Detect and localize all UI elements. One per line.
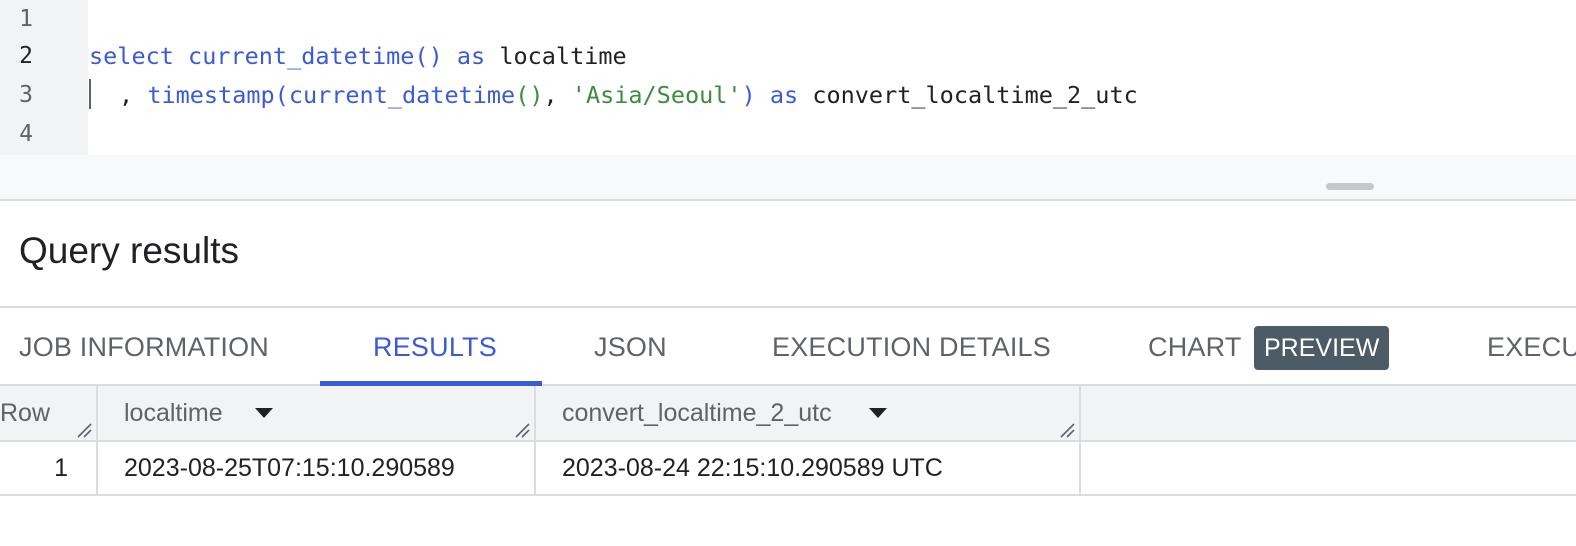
line-number: 3	[19, 82, 33, 108]
column-header-label: convert_localtime_2_utc	[562, 399, 832, 427]
indent-guide	[89, 79, 119, 109]
tab-json[interactable]: JSON	[594, 308, 667, 386]
header-cell-localtime[interactable]: localtime	[98, 386, 536, 440]
code-text[interactable]: select current_datetime() as localtime	[89, 37, 627, 76]
drag-handle-icon[interactable]	[1326, 183, 1374, 190]
tab-chart[interactable]: CHART	[1148, 308, 1242, 386]
column-header-label: Row	[0, 399, 51, 427]
keyword-select: select	[89, 42, 174, 70]
chevron-down-icon[interactable]	[255, 408, 273, 418]
line-number: 2	[19, 43, 33, 69]
sql-editor[interactable]: 1 2 select current_datetime() as localti…	[0, 0, 1576, 155]
cell-row-number: 1	[0, 442, 98, 494]
alias-localtime: localtime	[499, 42, 627, 70]
alias-convert-localtime-2-utc: convert_localtime_2_utc	[812, 81, 1138, 109]
tab-execution-graph[interactable]: EXECU	[1487, 308, 1576, 386]
pane-splitter[interactable]	[0, 155, 1576, 201]
keyword-as: as	[769, 81, 799, 109]
page-title: Query results	[19, 230, 240, 271]
table-header-row: Row localtime convert_localtime_2_utc	[0, 386, 1576, 442]
column-header-label: localtime	[124, 399, 223, 427]
line-number: 1	[19, 6, 33, 32]
column-resize-icon[interactable]	[514, 422, 530, 438]
open-paren: (	[274, 81, 289, 109]
parentheses: ()	[515, 81, 544, 109]
parentheses: ()	[414, 42, 443, 70]
row-number: 1	[54, 454, 68, 482]
function-timestamp: timestamp	[147, 81, 275, 109]
cell-convert-localtime-2-utc[interactable]: 2023-08-24 22:15:10.290589 UTC	[536, 442, 1081, 494]
string-literal: 'Asia/Seoul'	[571, 81, 742, 109]
tab-job-information[interactable]: JOB INFORMATION	[19, 308, 269, 386]
line-number: 4	[19, 121, 33, 147]
chevron-down-icon[interactable]	[869, 408, 887, 418]
cell-value: 2023-08-24 22:15:10.290589 UTC	[562, 454, 943, 482]
editor-line-1[interactable]: 1	[0, 0, 1576, 39]
tab-results[interactable]: RESULTS	[373, 308, 497, 386]
preview-badge: PREVIEW	[1254, 326, 1390, 370]
header-cell-row: Row	[0, 386, 98, 440]
comma: ,	[543, 81, 558, 109]
editor-line-4[interactable]: 4	[0, 115, 1576, 154]
code-text[interactable]: , timestamp(current_datetime(), 'Asia/Se…	[89, 76, 1138, 115]
editor-line-3[interactable]: 3 , timestamp(current_datetime(), 'Asia/…	[0, 76, 1576, 115]
column-resize-icon[interactable]	[1059, 422, 1075, 438]
function-current-datetime: current_datetime	[288, 81, 516, 109]
results-tab-bar: JOB INFORMATION RESULTS JSON EXECUTION D…	[0, 306, 1576, 386]
cell-value: 2023-08-25T07:15:10.290589	[124, 454, 455, 482]
column-resize-icon[interactable]	[76, 422, 92, 438]
comma: ,	[119, 81, 134, 109]
tab-execution-details[interactable]: EXECUTION DETAILS	[772, 308, 1051, 386]
header-cell-convert-localtime-2-utc[interactable]: convert_localtime_2_utc	[536, 386, 1081, 440]
keyword-as: as	[456, 42, 486, 70]
cell-localtime[interactable]: 2023-08-25T07:15:10.290589	[98, 442, 536, 494]
editor-line-2[interactable]: 2 select current_datetime() as localtime	[0, 37, 1576, 76]
table-row[interactable]: 1 2023-08-25T07:15:10.290589 2023-08-24 …	[0, 442, 1576, 496]
close-paren: )	[741, 81, 756, 109]
function-current-datetime: current_datetime	[188, 42, 415, 70]
